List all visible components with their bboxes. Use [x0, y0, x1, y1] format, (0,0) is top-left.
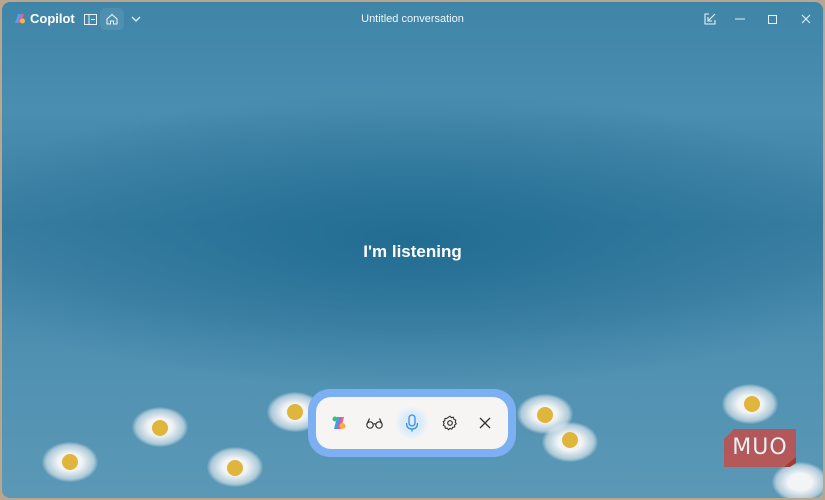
minimize-button[interactable] — [730, 10, 750, 28]
voice-control-bar — [308, 389, 516, 457]
copilot-icon — [332, 416, 346, 429]
watermark-text: MUO — [732, 435, 788, 460]
copilot-window: Copilot Untitled conversation I'm listen… — [2, 2, 823, 498]
title-bar: Copilot Untitled conversation — [2, 2, 823, 36]
microphone-icon — [405, 414, 419, 432]
maximize-button[interactable] — [762, 10, 782, 28]
gear-icon — [442, 415, 457, 431]
copilot-button[interactable] — [325, 409, 353, 437]
muo-watermark: MUO — [724, 429, 796, 467]
close-voice-button[interactable] — [471, 409, 499, 437]
close-window-button[interactable] — [796, 10, 816, 28]
listening-status: I'm listening — [363, 242, 462, 261]
microphone-button[interactable] — [394, 406, 429, 440]
vision-button[interactable] — [360, 409, 388, 437]
glasses-icon — [365, 418, 383, 429]
pop-out-icon[interactable] — [700, 10, 720, 28]
close-icon — [479, 417, 491, 429]
settings-button[interactable] — [436, 409, 464, 437]
